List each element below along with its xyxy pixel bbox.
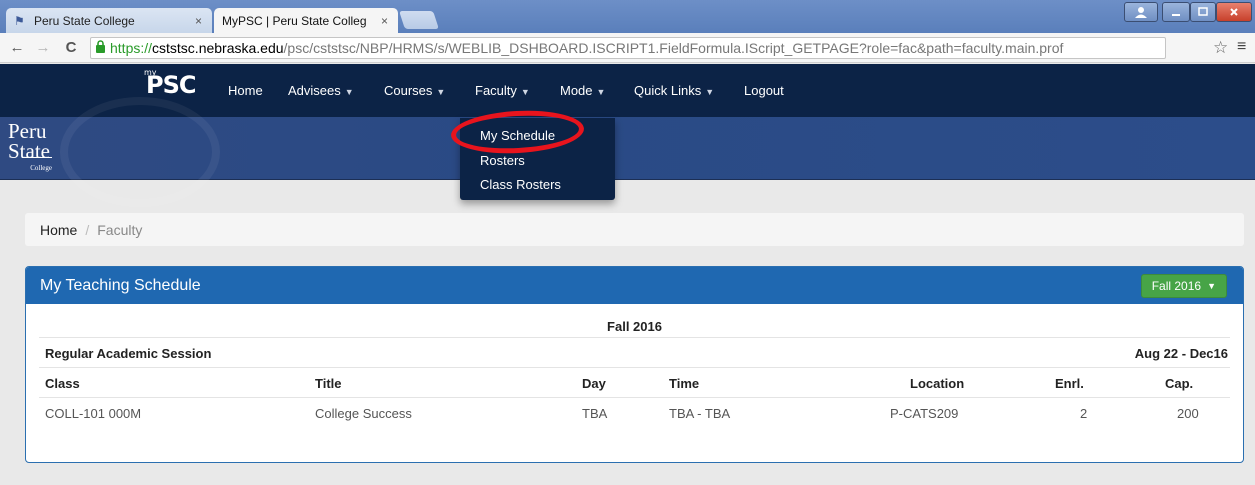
forward-arrow-icon[interactable]: → [32,39,54,56]
menu-item-rosters[interactable]: Rosters [480,153,525,168]
schedule-table: Fall 2016 Regular Academic Session Aug 2… [39,315,1230,428]
nav-quick-links[interactable]: Quick Links ▼ [634,83,714,98]
nav-label: Courses [384,83,433,98]
column-header: Location [910,376,965,391]
term-button-label: Fall 2016 [1151,279,1202,293]
caret-down-icon: ▼ [436,87,446,97]
column-header: Title [315,376,342,391]
column-header: Enrl. [1055,376,1084,391]
maximize-window-button[interactable] [1190,2,1216,22]
caret-down-icon: ▼ [1207,281,1216,291]
column-header: Day [582,376,606,391]
term-select-button[interactable]: Fall 2016 ▼ [1140,274,1227,298]
breadcrumb-current: Faculty [97,221,143,238]
caret-down-icon: ▼ [344,87,354,97]
browser-toolbar: ← → C https://cststsc.nebraska.edu/psc/c… [0,33,1255,63]
menu-item-class-rosters[interactable]: Class Rosters [480,177,561,192]
close-window-button[interactable] [1216,2,1252,22]
url-host: cststsc.nebraska.edu [152,39,284,56]
time-cell: TBA - TBA [669,406,731,421]
class-cell[interactable]: COLL-101 000M [45,406,141,421]
nav-courses[interactable]: Courses ▼ [384,83,445,98]
nav-home[interactable]: Home [228,83,263,98]
panel-title: My Teaching Schedule [40,276,201,294]
capacity-cell: 200 [1177,406,1199,421]
nav-logout[interactable]: Logout [744,83,784,98]
panel-header: My Teaching Schedule Fall 2016 ▼ [26,267,1243,304]
table-row: COLL-101 000M College Success TBA TBA - … [39,398,1230,428]
teaching-schedule-panel: My Teaching Schedule Fall 2016 ▼ Fall 20… [25,266,1244,463]
caret-down-icon: ▼ [596,87,606,97]
college-seal-watermark [60,97,220,207]
mypsc-logo[interactable]: my PSC [144,68,196,99]
minimize-window-button[interactable] [1162,2,1190,22]
column-header: Cap. [1165,376,1194,391]
term-heading: Fall 2016 [607,319,662,334]
column-header: Time [669,376,700,391]
tab-close-icon[interactable]: × [381,14,388,28]
nav-label: Logout [744,83,784,98]
table-header-row: Class Title Day Time Location Enrl. Cap. [39,368,1230,398]
nav-label: Quick Links [634,83,702,98]
url-scheme: https:// [110,39,153,56]
back-arrow-icon[interactable]: ← [6,39,28,56]
session-name: Regular Academic Session [45,346,212,361]
logo-line-1: Peru [8,119,47,143]
location-cell: P-CATS209 [890,406,959,421]
college-favicon-icon: ⚑ [14,13,25,28]
nav-advisees[interactable]: Advisees ▼ [288,83,354,98]
college-banner: Peru State College [0,97,1255,207]
nav-label: Faculty [475,83,517,98]
nav-faculty[interactable]: Faculty ▼ [475,83,530,98]
session-dates: Aug 22 - Dec16 [1134,346,1228,361]
nav-label: Mode [560,83,593,98]
session-row: Regular Academic Session Aug 22 - Dec16 [39,338,1230,368]
tab-title: MyPSC | Peru State Colleg [222,13,367,28]
nav-label: Home [228,83,263,98]
nav-label: Advisees [288,83,341,98]
caret-down-icon: ▼ [705,87,715,97]
user-profile-icon[interactable] [1124,2,1158,22]
day-cell: TBA [582,406,608,421]
logo-my-text: my [144,68,157,77]
lock-icon [95,39,106,56]
breadcrumb: Home / Faculty [25,213,1244,246]
new-tab-button[interactable] [399,11,439,29]
tab-title: Peru State College [34,13,135,28]
term-heading-row: Fall 2016 [39,315,1230,338]
hamburger-menu-icon[interactable]: ≡ [1237,38,1246,56]
peru-state-college-logo[interactable]: Peru State College [8,121,52,178]
caret-down-icon: ▼ [520,87,530,97]
enrolled-cell: 2 [1080,406,1088,421]
reload-icon[interactable]: C [60,39,82,56]
bookmark-star-icon[interactable]: ☆ [1213,38,1228,58]
browser-tabstrip: ⚑ Peru State College × MyPSC | Peru Stat… [0,0,1255,33]
column-header: Class [45,376,80,391]
browser-tab-peru-state[interactable]: ⚑ Peru State College × [6,8,212,33]
browser-tab-mypsc[interactable]: MyPSC | Peru State Colleg × [214,8,398,33]
breadcrumb-separator: / [85,221,90,238]
title-cell: College Success [315,406,412,421]
nav-mode[interactable]: Mode ▼ [560,83,605,98]
address-bar[interactable]: https://cststsc.nebraska.edu/psc/cststsc… [90,36,1166,59]
breadcrumb-home[interactable]: Home [40,222,77,238]
tab-close-icon[interactable]: × [195,14,202,28]
url-path: /psc/cststsc/NBP/HRMS/s/WEBLIB_DSHBOARD.… [283,39,1064,56]
